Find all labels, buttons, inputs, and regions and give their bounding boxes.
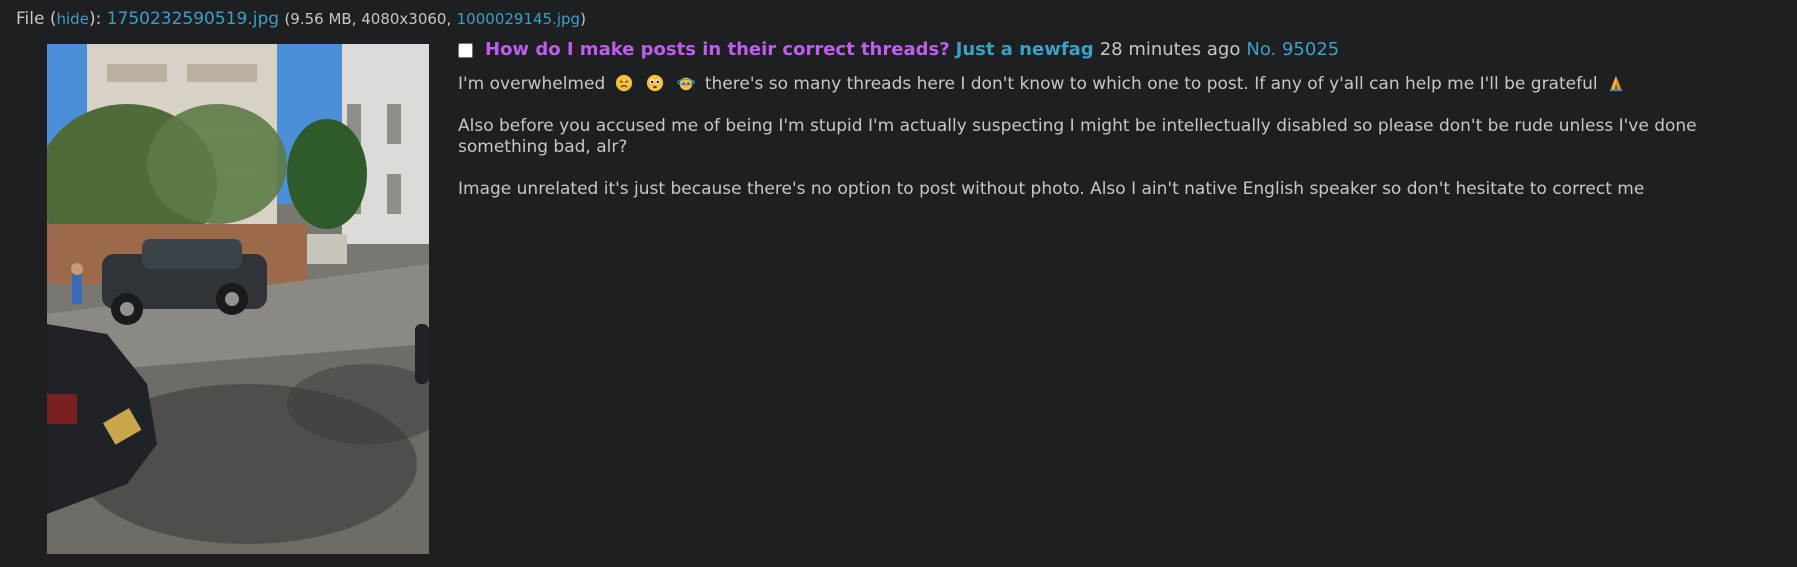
- street-photo: [47, 44, 429, 554]
- file-label: File: [16, 9, 45, 29]
- message-paragraph-3: Image unrelated it's just because there'…: [458, 179, 1645, 199]
- post-select-checkbox[interactable]: [458, 42, 473, 58]
- file-meta: (9.56 MB, 4080x3060,: [284, 10, 452, 28]
- message-paragraph-1: I'm overwhelmed there's so many threads …: [458, 74, 1788, 95]
- folded-hands-icon: [1609, 75, 1623, 92]
- post-subject: How do I make posts in their correct thr…: [485, 39, 950, 60]
- dizzy-face-icon: [677, 77, 696, 91]
- poster-name: Just a newfag: [955, 39, 1094, 60]
- message-paragraph-2: Also before you accused me of being I'm …: [458, 116, 1697, 157]
- message-line1-start: I'm overwhelmed: [458, 74, 606, 94]
- post-image-thumbnail[interactable]: [47, 44, 429, 554]
- pleading-face-icon: [646, 74, 664, 92]
- post-number-link[interactable]: No. 95025: [1246, 38, 1339, 62]
- file-info: File (hide): 1750232590519.jpg (9.56 MB,…: [16, 8, 586, 30]
- post-container: File (hide): 1750232590519.jpg (9.56 MB,…: [0, 0, 1797, 567]
- hide-link[interactable]: hide: [57, 10, 89, 28]
- post-message: I'm overwhelmed there's so many threads …: [458, 74, 1788, 200]
- disappointed-face-icon: [615, 74, 632, 92]
- file-meta-close: ): [580, 10, 586, 28]
- original-filename-link[interactable]: 1000029145.jpg: [457, 10, 580, 28]
- post-header: How do I make posts in their correct thr…: [458, 38, 1788, 62]
- paren-close: ):: [88, 9, 102, 29]
- post: How do I make posts in their correct thr…: [458, 38, 1788, 221]
- file-name-link[interactable]: 1750232590519.jpg: [107, 9, 279, 29]
- message-line1-end: there's so many threads here I don't kno…: [704, 74, 1598, 94]
- paren-open: (: [44, 9, 57, 29]
- post-date: 28 minutes ago: [1099, 39, 1241, 60]
